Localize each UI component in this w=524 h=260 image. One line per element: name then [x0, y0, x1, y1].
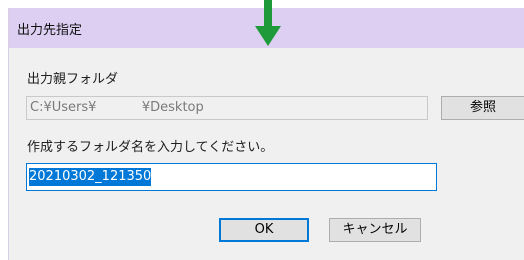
folder-name-label: 作成するフォルダ名を入力してください。 [27, 140, 274, 155]
ok-button[interactable]: OK [219, 218, 309, 242]
window-title: 出力先指定 [17, 23, 83, 38]
output-parent-folder-label: 出力親フォルダ [27, 72, 119, 87]
output-parent-folder-field[interactable]: C:¥Users¥ ¥Desktop [26, 96, 428, 120]
browse-button[interactable]: 参照 [441, 96, 524, 120]
folder-name-value: 20210302_121350 [29, 168, 152, 186]
green-down-arrow-icon [255, 0, 281, 46]
cancel-button[interactable]: キャンセル [329, 218, 421, 242]
folder-name-input[interactable]: 20210302_121350 [26, 163, 437, 191]
